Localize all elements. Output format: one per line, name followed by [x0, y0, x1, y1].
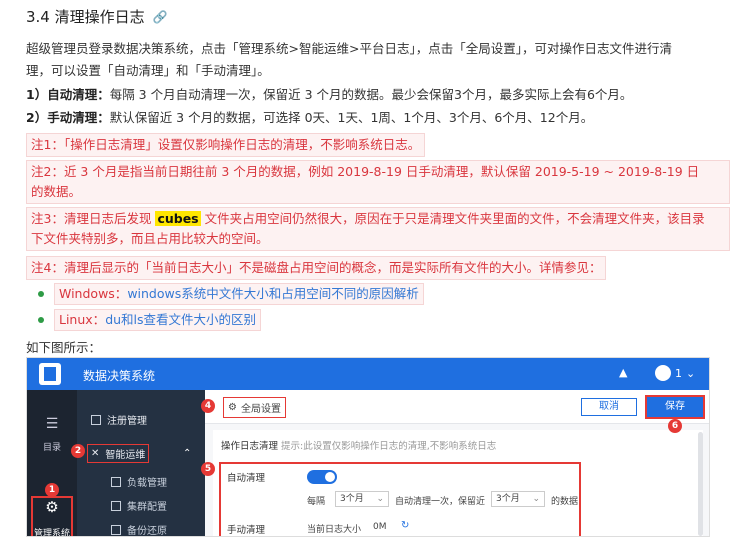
bullet-dot-icon [38, 291, 44, 297]
panel-hint: 提示:此设置仅影响操作日志的清理,不影响系统日志 [281, 441, 497, 452]
sidebar-item-load[interactable]: 负载管理 [111, 474, 167, 489]
settings-content: ⚙ 全局设置 取消 保存 操作日志清理 提示:此设置仅影响操作日志的清理,不影响系… [205, 390, 709, 536]
scrollbar[interactable] [698, 432, 703, 536]
refresh-icon[interactable]: ↻ [401, 520, 409, 531]
gear-icon: ⚙ [228, 402, 237, 413]
sidebar-item-label: 注册管理 [107, 416, 147, 427]
retain-select[interactable]: 3个月 ⌄ [491, 491, 545, 507]
cancel-button[interactable]: 取消 [581, 398, 637, 416]
intro-line-2: 理，可以设置「自动清理」和「手动清理」。 [26, 63, 270, 78]
log-size-value: 0M [373, 522, 387, 532]
sidebar-item-registration[interactable]: 注册管理 [91, 412, 147, 427]
retain-value: 3个月 [496, 494, 520, 504]
tab-bar: ⚙ 全局设置 取消 保存 [205, 390, 709, 424]
step-badge-1: 1 [45, 483, 59, 497]
step-badge-6: 6 [668, 419, 682, 433]
app-title: 数据决策系统 [83, 369, 156, 383]
intro-line-1: 超级管理员登录数据决策系统，点击「管理系统>智能运维>平台日志」，点击「全局设置… [26, 41, 672, 56]
embedded-screenshot: 数据决策系统 ▲ 1⌄ ☰ 目录 ⚙ 管理系统 ✎ 注册管理 ✕智能运维 负载管… [26, 357, 710, 537]
note-4: 注4：清理后显示的「当前日志大小」不是磁盘占用空间的概念，而是实际所有文件的大小… [26, 256, 607, 280]
mode-auto: 1）自动清理：每隔 3 个月自动清理一次，保留近 3 个月的数据。最少会保留3个… [26, 84, 726, 106]
link-linux-prefix: Linux： [59, 312, 106, 327]
every-label: 每隔 [307, 497, 326, 507]
section-heading: 3.4 清理操作日志 🔗 [26, 6, 168, 27]
note-2: 注2：近 3 个月是指当前日期往前 3 个月的数据，例如 2019-8-19 日… [26, 160, 730, 204]
sidebar-item-label: 智能运维 [105, 450, 146, 461]
note-1: 注1：「操作日志清理」设置仅影响操作日志的清理，不影响系统日志。 [26, 133, 426, 157]
menu-list-icon[interactable]: ☰ [27, 416, 77, 432]
anchor-link-icon[interactable]: 🔗 [153, 10, 168, 24]
chevron-down-icon: ⌄ [686, 366, 696, 380]
rail-item-catalog[interactable]: 目录 [27, 440, 77, 453]
manual-cleanup-label: 手动清理 [227, 525, 266, 536]
chevron-up-icon[interactable]: ⌃ [183, 448, 191, 459]
note-2-line-1: 注2：近 3 个月是指当前日期往前 3 个月的数据，例如 2019-8-19 日… [31, 164, 700, 179]
panel-title: 操作日志清理 [221, 441, 279, 452]
ops-icon: ✕ [91, 448, 100, 459]
section-title: 3.4 清理操作日志 [26, 8, 145, 26]
auto-cleanup-label: 自动清理 [227, 473, 266, 484]
auto-cleanup-toggle[interactable] [307, 470, 337, 484]
step-badge-2: 2 [71, 444, 85, 458]
figure-caption: 如下图所示： [26, 340, 102, 355]
note-3: 注3：清理日志后发现 cubes 文件夹占用空间仍然很大，原因在于只是清理文件夹… [26, 207, 730, 251]
note-3-line-2: 下文件夹特别多，而且占用比较大的空间。 [31, 231, 269, 246]
tab-global-settings[interactable]: ⚙ 全局设置 [223, 397, 286, 418]
user-menu[interactable]: 1 ⌄ [655, 365, 695, 381]
interval-value: 3个月 [340, 494, 364, 504]
registration-icon [91, 414, 101, 425]
interval-select[interactable]: 3个月 ⌄ [335, 491, 389, 507]
mode-manual-text: 默认保留近 3 个月的数据，可选择 0天、1天、1周、1个月、3个月、6个月、1… [109, 110, 594, 125]
sidebar-item-smart-ops[interactable]: ✕ 智能运维 [87, 444, 150, 463]
step-badge-4: 4 [201, 399, 215, 413]
load-icon [111, 476, 121, 487]
app-logo-icon [39, 363, 61, 385]
chevron-down-icon: ⌄ [376, 494, 384, 504]
sidebar-item-label: 备份还原 [127, 526, 167, 537]
sidebar-item-backup[interactable]: 备份还原 [111, 522, 167, 537]
log-size-label: 当前日志大小 [307, 525, 362, 535]
link-item-windows: Windows：windows系统中文件大小和占用空间不同的原因解析 [38, 283, 424, 305]
user-label: 1 [675, 366, 682, 380]
link-linux-box: Linux：du和ls查看文件大小的区别 [54, 309, 262, 331]
mode-manual-label: 2）手动清理： [26, 110, 110, 125]
panel-title-row: 操作日志清理 提示:此设置仅影响操作日志的清理,不影响系统日志 [221, 438, 496, 452]
sidebar-item-label: 集群配置 [127, 502, 167, 513]
chevron-down-icon: ⌄ [532, 494, 540, 504]
step-1-highlight [31, 496, 73, 536]
mode-auto-label: 1）自动清理： [26, 87, 110, 102]
cluster-icon [111, 500, 121, 511]
link-item-linux: Linux：du和ls查看文件大小的区别 [38, 309, 262, 331]
note-3-post: 文件夹占用空间仍然很大，原因在于只是清理文件夹里面的文件，不会清理文件夹，该目录 [200, 211, 705, 226]
cleanup-settings-box: 自动清理 每隔 3个月 ⌄ 自动清理一次，保留近 3个月 ⌄ 的数据 手动清理 当前… [219, 462, 581, 536]
link-linux[interactable]: du和ls查看文件大小的区别 [105, 312, 256, 327]
intro-paragraph: 超级管理员登录数据决策系统，点击「管理系统>智能运维>平台日志」，点击「全局设置… [26, 38, 726, 82]
mode-auto-text: 每隔 3 个月自动清理一次，保留近 3 个月的数据。最少会保留3个月，最多实际上… [109, 87, 633, 102]
mode-manual: 2）手动清理：默认保留近 3 个月的数据，可选择 0天、1天、1周、1个月、3个… [26, 107, 726, 129]
sidebar-item-cluster[interactable]: 集群配置 [111, 498, 167, 513]
tab-label: 全局设置 [240, 404, 281, 415]
link-windows-prefix: Windows： [59, 286, 128, 301]
step-badge-5: 5 [201, 462, 215, 476]
note-3-line-1: 注3：清理日志后发现 cubes 文件夹占用空间仍然很大，原因在于只是清理文件夹… [31, 209, 725, 229]
middle-text: 自动清理一次，保留近 [395, 497, 486, 507]
note-2-line-2: 的数据。 [31, 184, 82, 199]
link-windows[interactable]: windows系统中文件大小和占用空间不同的原因解析 [127, 286, 418, 301]
app-topbar: 数据决策系统 ▲ 1 ⌄ [27, 358, 709, 390]
backup-icon [111, 524, 121, 535]
sidebar-item-label: 负载管理 [127, 478, 167, 489]
cubes-highlight: cubes [155, 211, 201, 226]
link-windows-box: Windows：windows系统中文件大小和占用空间不同的原因解析 [54, 283, 424, 305]
log-cleanup-panel: 操作日志清理 提示:此设置仅影响操作日志的清理,不影响系统日志 自动清理 每隔 … [213, 430, 703, 536]
save-button[interactable]: 保存 [645, 395, 705, 419]
bell-icon[interactable]: ▲ [619, 366, 627, 379]
bullet-dot-icon [38, 317, 44, 323]
avatar [655, 365, 671, 381]
note-3-pre: 注3：清理日志后发现 [31, 211, 156, 226]
tail-text: 的数据 [551, 497, 579, 507]
admin-sidebar: ✎ 注册管理 ✕智能运维 负载管理 集群配置 备份还原 [77, 390, 245, 537]
